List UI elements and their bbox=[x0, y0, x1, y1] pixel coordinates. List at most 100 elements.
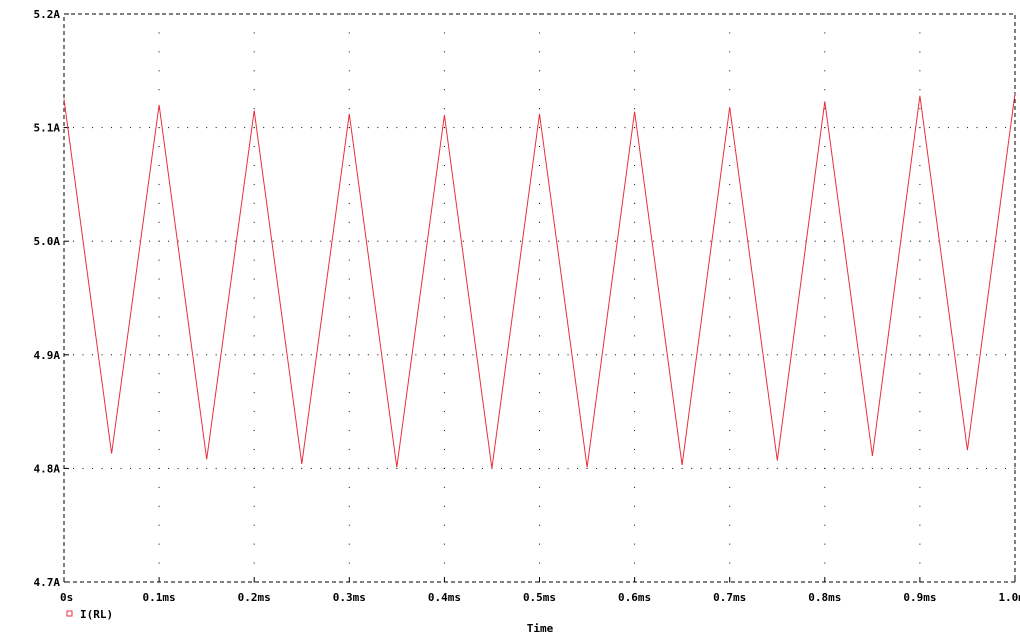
y-tick-label: 5.2A bbox=[34, 8, 61, 21]
grid-dot bbox=[586, 240, 588, 242]
grid-dot bbox=[558, 467, 560, 469]
grid-dot bbox=[710, 354, 712, 356]
grid-dot bbox=[348, 335, 350, 337]
grid-dot bbox=[729, 373, 731, 375]
x-tick-label: 0.2ms bbox=[238, 591, 271, 604]
grid-dot bbox=[862, 127, 864, 129]
grid-dot bbox=[833, 127, 835, 129]
grid-dot bbox=[738, 467, 740, 469]
grid-dot bbox=[253, 448, 255, 450]
grid-dot bbox=[567, 354, 569, 356]
grid-dot bbox=[985, 240, 987, 242]
grid-dot bbox=[120, 467, 122, 469]
grid-dot bbox=[310, 354, 312, 356]
grid-dot bbox=[434, 127, 436, 129]
grid-dot bbox=[291, 127, 293, 129]
grid-dot bbox=[348, 543, 350, 545]
grid-dot bbox=[405, 354, 407, 356]
grid-dot bbox=[149, 127, 151, 129]
grid-dot bbox=[957, 127, 959, 129]
grid-dot bbox=[234, 354, 236, 356]
grid-dot bbox=[158, 278, 160, 280]
grid-dot bbox=[634, 278, 636, 280]
grid-dot bbox=[158, 524, 160, 526]
grid-dot bbox=[491, 127, 493, 129]
grid-dot bbox=[539, 335, 540, 337]
grid-dot bbox=[805, 467, 807, 469]
grid-dot bbox=[966, 240, 968, 242]
grid-dot bbox=[73, 127, 75, 129]
grid-dot bbox=[329, 467, 331, 469]
grid-dot bbox=[947, 354, 949, 356]
grid-dot bbox=[196, 467, 198, 469]
grid-dot bbox=[729, 335, 731, 337]
grid-dot bbox=[443, 259, 445, 261]
grid-dot bbox=[320, 354, 322, 356]
x-axis-title: Time bbox=[527, 622, 554, 635]
grid-dot bbox=[596, 467, 598, 469]
grid-dot bbox=[824, 108, 826, 110]
grid-dot bbox=[405, 467, 407, 469]
grid-dot bbox=[424, 240, 426, 242]
grid-dot bbox=[814, 354, 816, 356]
grid-dot bbox=[634, 430, 636, 432]
grid-dot bbox=[158, 373, 160, 375]
grid-dot bbox=[824, 146, 826, 148]
grid-dot bbox=[767, 240, 769, 242]
grid-dot bbox=[253, 430, 255, 432]
grid-dot bbox=[539, 127, 540, 129]
grid-dot bbox=[757, 467, 759, 469]
grid-dot bbox=[957, 467, 959, 469]
grid-dot bbox=[462, 127, 464, 129]
grid-dot bbox=[900, 354, 902, 356]
grid-dot bbox=[824, 316, 826, 318]
grid-dot bbox=[196, 127, 198, 129]
grid-dot bbox=[824, 183, 826, 185]
legend[interactable]: I(RL) bbox=[66, 608, 113, 621]
grid-dot bbox=[985, 354, 987, 356]
grid-dot bbox=[215, 240, 217, 242]
grid-dot bbox=[386, 467, 388, 469]
grid-dot bbox=[729, 467, 731, 469]
grid-dot bbox=[386, 354, 388, 356]
grid-dot bbox=[881, 354, 883, 356]
grid-dot bbox=[586, 467, 588, 469]
grid-dot bbox=[890, 240, 892, 242]
grid-dot bbox=[539, 448, 540, 450]
grid-dot bbox=[605, 467, 607, 469]
grid-dot bbox=[158, 467, 160, 469]
grid-dot bbox=[206, 127, 208, 129]
grid-dot bbox=[824, 70, 826, 72]
grid-dot bbox=[263, 354, 265, 356]
grid-dot bbox=[928, 467, 930, 469]
grid-dot bbox=[348, 108, 350, 110]
grid-dot bbox=[729, 278, 731, 280]
grid-dot bbox=[957, 354, 959, 356]
grid-dot bbox=[339, 354, 341, 356]
grid-dot bbox=[272, 467, 274, 469]
grid-dot bbox=[139, 467, 141, 469]
grid-dot bbox=[500, 354, 502, 356]
grid-dot bbox=[824, 221, 826, 223]
grid-dot bbox=[472, 240, 474, 242]
grid-dot bbox=[729, 183, 731, 185]
grid-dot bbox=[405, 240, 407, 242]
grid-dot bbox=[453, 240, 455, 242]
grid-dot bbox=[253, 316, 255, 318]
grid-dot bbox=[320, 127, 322, 129]
grid-dot bbox=[909, 127, 911, 129]
grid-dot bbox=[377, 127, 379, 129]
grid-dot bbox=[443, 127, 445, 129]
grid-dot bbox=[947, 467, 949, 469]
grid-dot bbox=[424, 354, 426, 356]
grid-dot bbox=[348, 467, 350, 469]
grid-dot bbox=[824, 297, 826, 299]
grid-dot bbox=[729, 127, 731, 129]
grid-dot bbox=[130, 354, 132, 356]
x-tick-label: 1.0ms bbox=[998, 591, 1020, 604]
grid-dot bbox=[919, 108, 921, 110]
grid-dot bbox=[729, 505, 731, 507]
grid-dot bbox=[348, 127, 350, 129]
grid-dot bbox=[786, 467, 788, 469]
grid-dot bbox=[919, 411, 921, 413]
